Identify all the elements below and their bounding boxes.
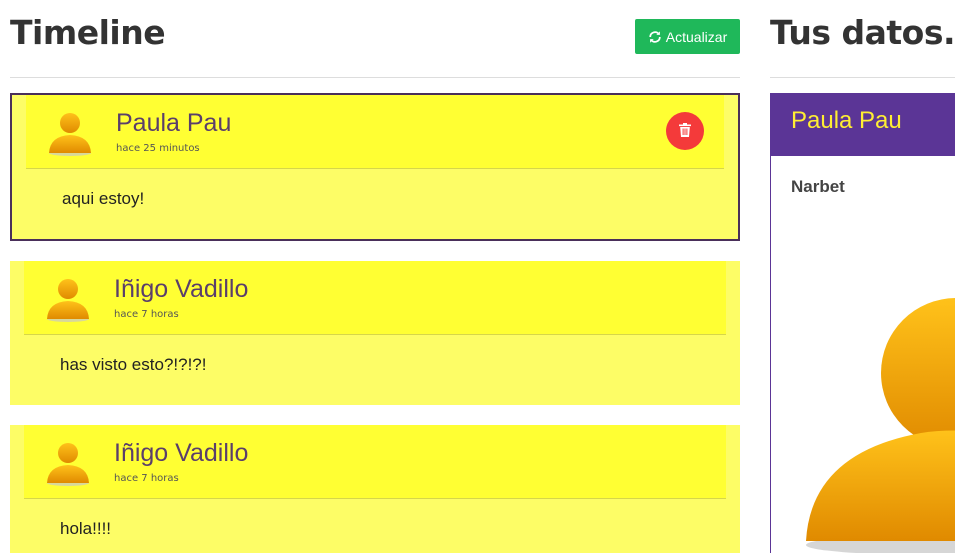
page: Timeline Actualizar Paula Pau hace 25 mi… [0, 0, 955, 553]
post-time: hace 7 horas [114, 473, 179, 484]
profile-card: Paula Pau Narbet [770, 93, 955, 553]
timeline-column: Timeline Actualizar Paula Pau hace 25 mi… [10, 0, 740, 553]
user-avatar-icon [44, 439, 92, 487]
profile-title: Tus datos... [770, 13, 955, 52]
post-author[interactable]: Paula Pau [116, 109, 231, 138]
profile-avatar-icon [801, 283, 955, 553]
post-time: hace 7 horas [114, 309, 179, 320]
timeline-post[interactable]: Paula Pau hace 25 minutos aqui estoy! [10, 93, 740, 241]
profile-column: Tus datos... Paula Pau Narbet [770, 0, 955, 553]
trash-icon [679, 122, 691, 141]
post-text: hola!!!! [60, 519, 112, 538]
timeline-post[interactable]: Iñigo Vadillo hace 7 horas hola!!!! [10, 425, 740, 553]
refresh-icon [648, 30, 662, 44]
profile-card-header: Paula Pau [771, 93, 955, 156]
post-text: aqui estoy! [62, 189, 145, 208]
post-header: Paula Pau hace 25 minutos [26, 95, 724, 169]
post-header: Iñigo Vadillo hace 7 horas [24, 261, 726, 335]
timeline-header: Timeline Actualizar [10, 0, 740, 78]
profile-nick: Narbet [791, 177, 845, 196]
timeline-post[interactable]: Iñigo Vadillo hace 7 horas has visto est… [10, 261, 740, 405]
post-author[interactable]: Iñigo Vadillo [114, 439, 248, 468]
refresh-button-label: Actualizar [665, 28, 728, 45]
post-header: Iñigo Vadillo hace 7 horas [24, 425, 726, 499]
profile-header: Tus datos... [770, 0, 955, 78]
profile-name: Paula Pau [791, 107, 902, 134]
user-avatar-icon [46, 109, 94, 157]
post-text: has visto esto?!?!?! [60, 355, 207, 374]
delete-post-button[interactable] [666, 112, 704, 150]
post-author[interactable]: Iñigo Vadillo [114, 275, 248, 304]
user-avatar-icon [44, 275, 92, 323]
refresh-button[interactable]: Actualizar [635, 19, 740, 54]
timeline-title: Timeline [10, 13, 166, 52]
post-time: hace 25 minutos [116, 143, 200, 154]
